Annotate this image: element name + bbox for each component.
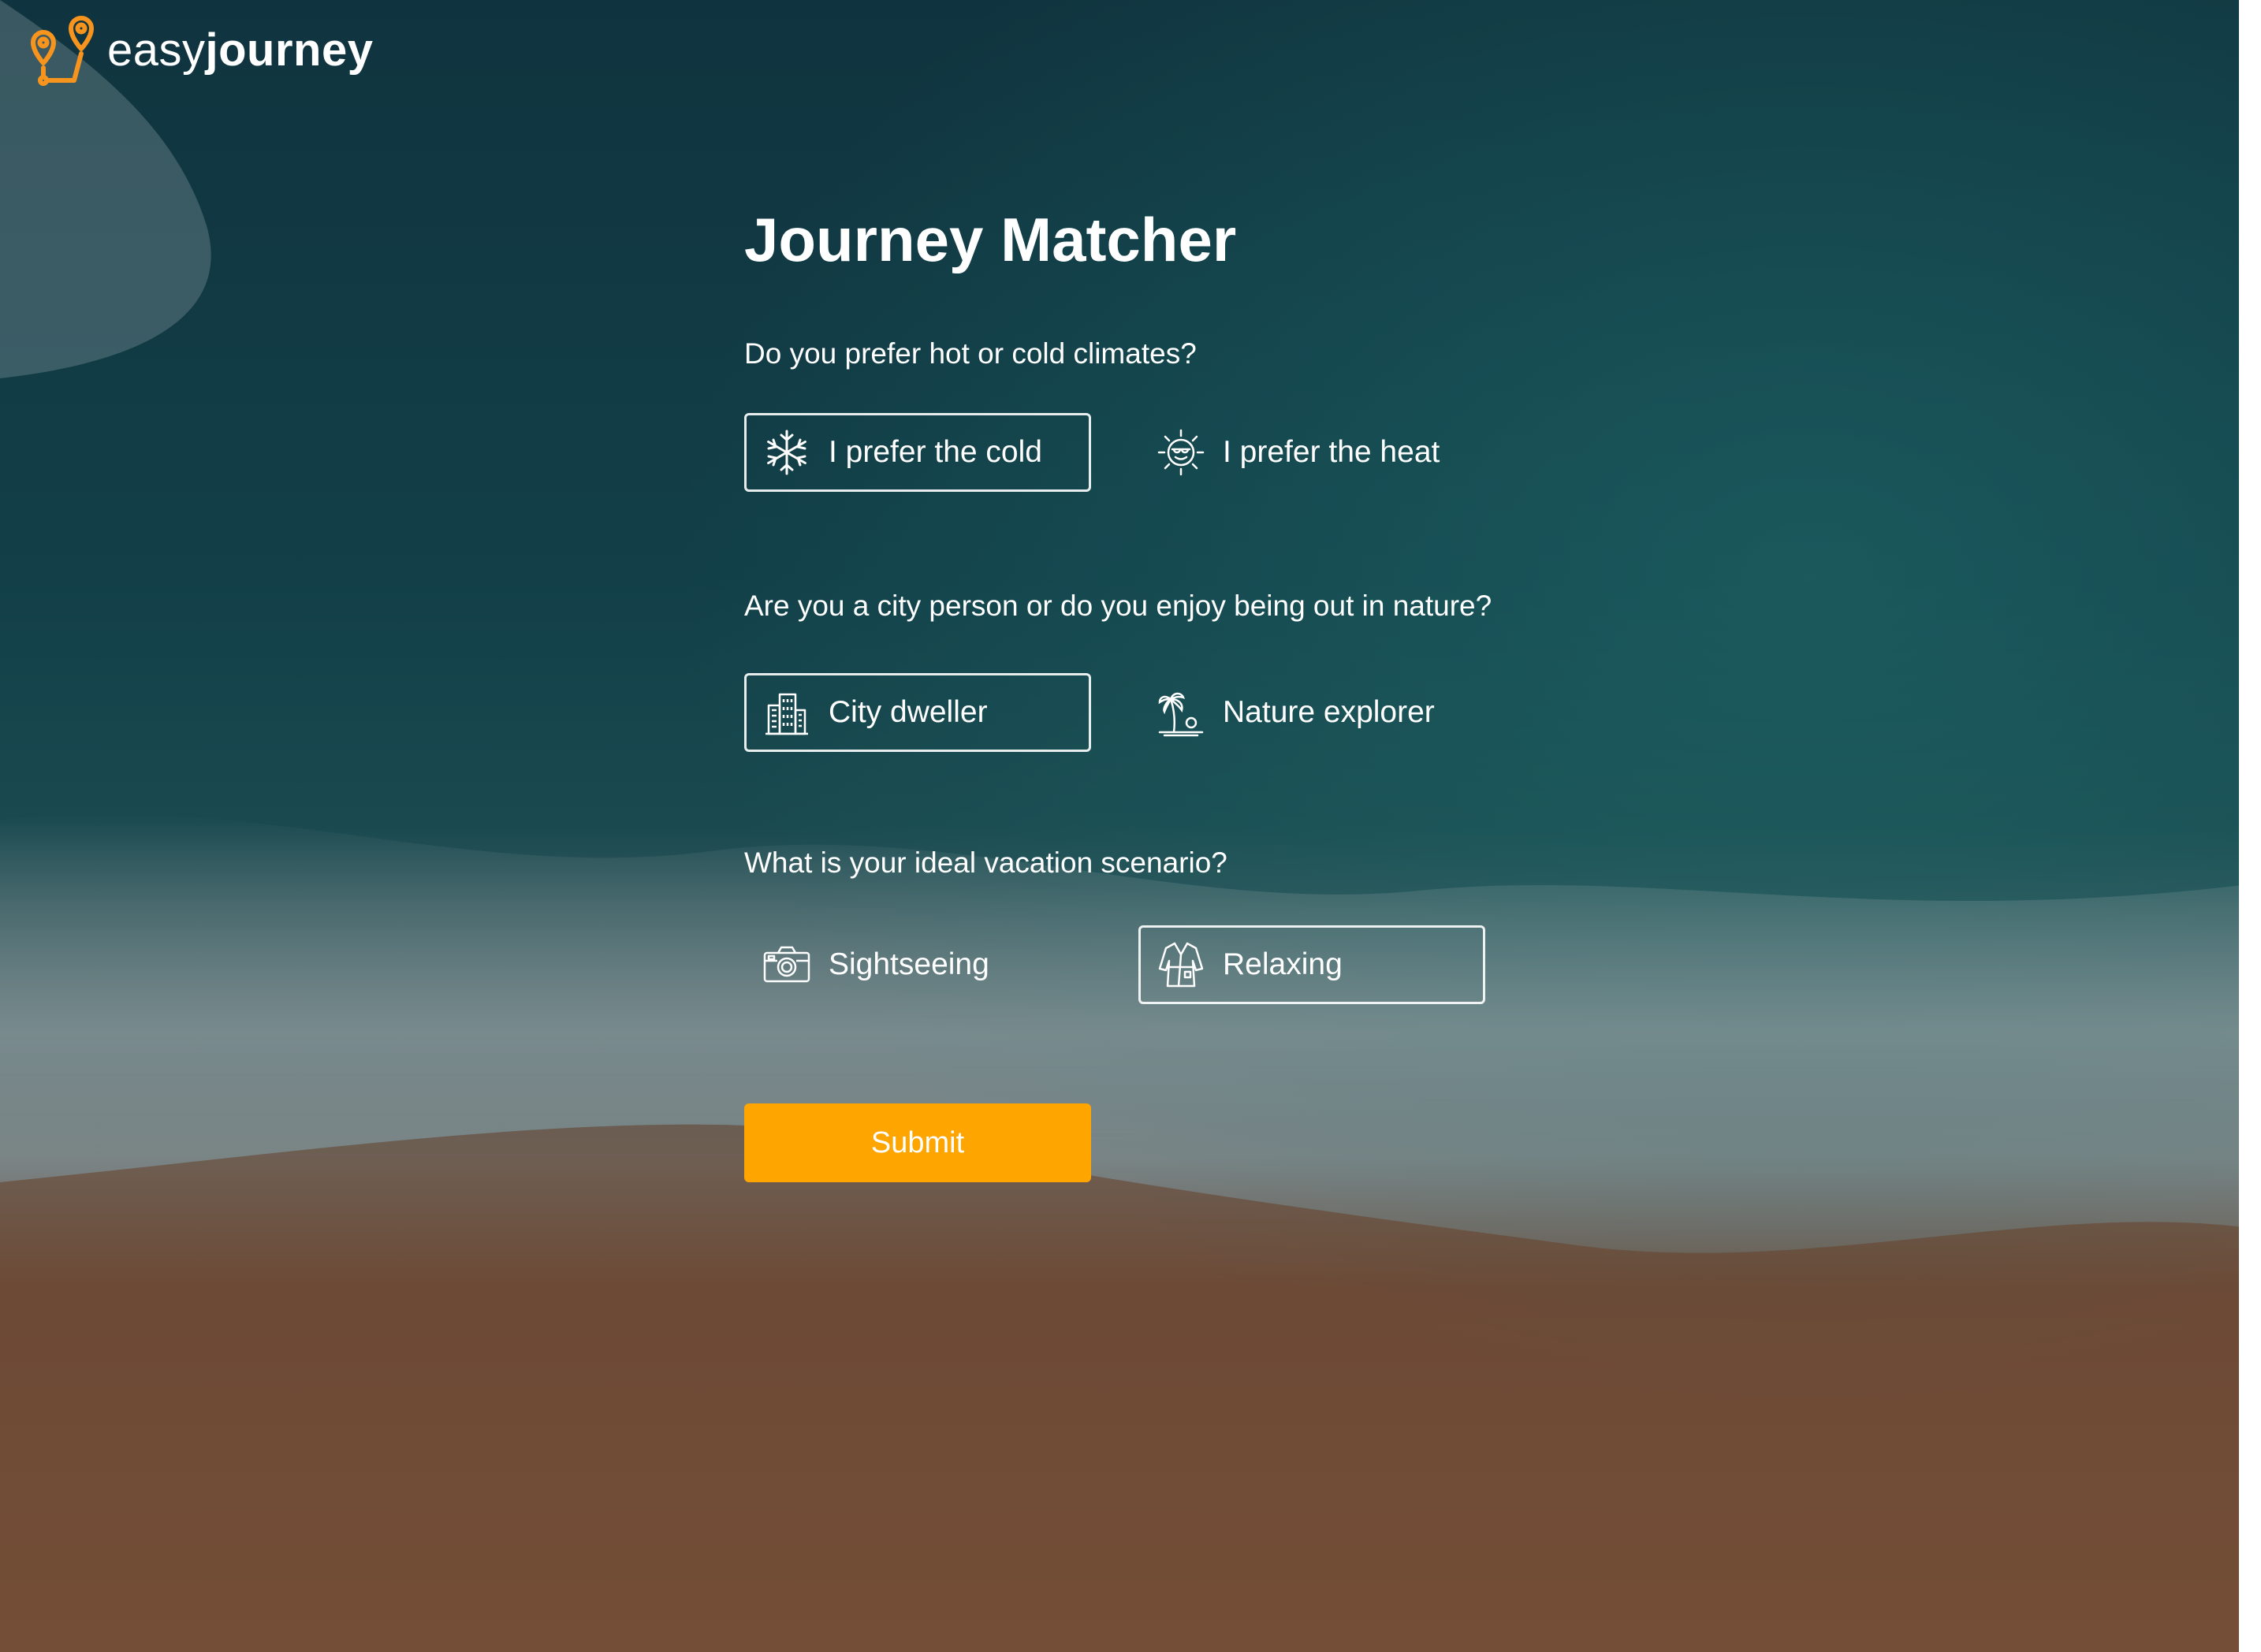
option-label: Sightseeing	[829, 947, 989, 981]
brand-name: easyjourney	[107, 28, 374, 73]
brand-name-bold: journey	[205, 24, 374, 76]
submit-button[interactable]: Submit	[744, 1103, 1091, 1182]
option-city-dweller[interactable]: City dweller	[744, 673, 1091, 752]
palm-tree-icon	[1157, 688, 1205, 737]
question-vacation-scenario: What is your ideal vacation scenario?	[744, 846, 1227, 879]
option-label: City dweller	[829, 695, 988, 729]
city-buildings-icon	[762, 688, 811, 737]
option-sightseeing[interactable]: Sightseeing	[744, 925, 1091, 1004]
option-label: I prefer the cold	[829, 435, 1042, 469]
option-prefer-heat[interactable]: I prefer the heat	[1138, 413, 1485, 492]
option-nature-explorer[interactable]: Nature explorer	[1138, 673, 1485, 752]
camera-icon	[762, 940, 811, 989]
option-label: Nature explorer	[1223, 695, 1435, 729]
bathrobe-icon	[1157, 940, 1205, 989]
sun-icon	[1157, 428, 1205, 477]
option-relaxing[interactable]: Relaxing	[1138, 925, 1485, 1004]
brand-name-light: easy	[107, 24, 206, 76]
option-label: I prefer the heat	[1223, 435, 1440, 469]
page-title: Journey Matcher	[744, 205, 1237, 274]
option-label: Relaxing	[1223, 947, 1343, 981]
journey-matcher-form: Journey Matcher Do you prefer hot or col…	[744, 205, 1611, 1182]
question-city-or-nature: Are you a city person or do you enjoy be…	[744, 590, 1492, 622]
option-prefer-cold[interactable]: I prefer the cold	[744, 413, 1091, 492]
question-climate: Do you prefer hot or cold climates?	[744, 337, 1197, 370]
window-edge	[2239, 0, 2261, 1652]
snowflake-icon	[762, 428, 811, 477]
map-pin-route-icon	[31, 16, 94, 86]
brand-logo[interactable]: easyjourney	[16, 13, 374, 88]
